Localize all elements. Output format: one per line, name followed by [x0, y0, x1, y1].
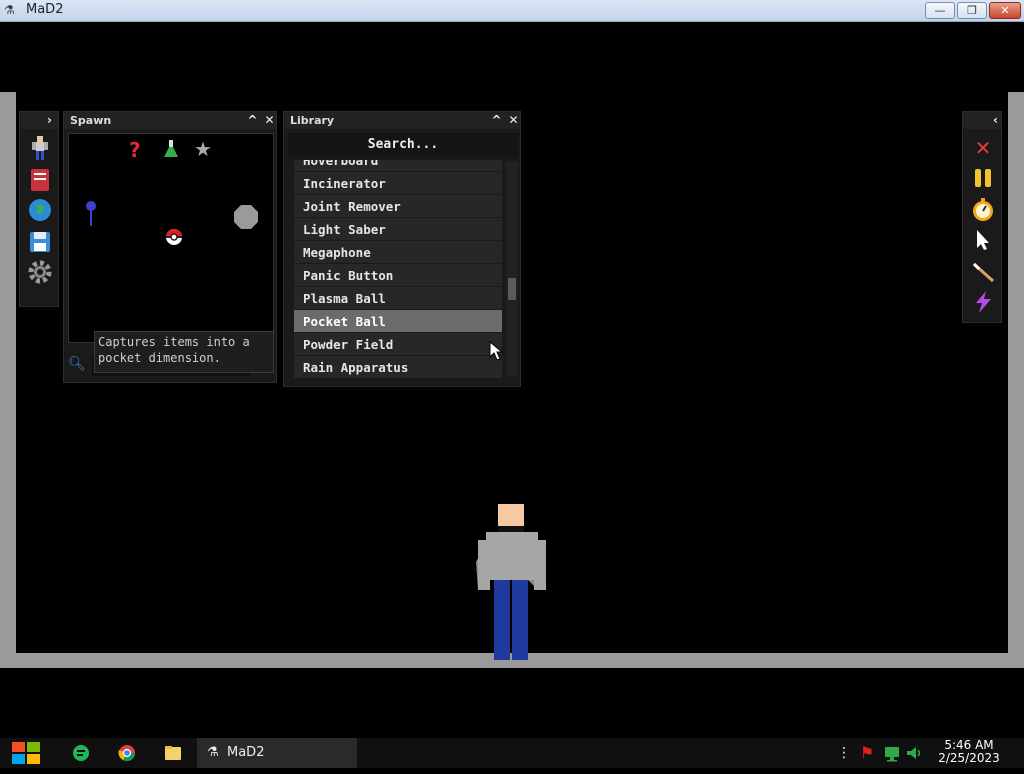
left-toolbar: ›: [19, 111, 59, 307]
clock-date: 2/25/2023: [938, 751, 1000, 765]
task-label: MaD2: [227, 745, 265, 760]
chrome-icon[interactable]: [115, 742, 139, 764]
library-panel-title: Library: [290, 114, 335, 127]
figure-icon[interactable]: [26, 134, 54, 162]
folder-icon[interactable]: [161, 742, 185, 764]
collapse-right-toolbar-button[interactable]: ‹: [988, 113, 1003, 128]
star-icon[interactable]: ★: [194, 139, 212, 159]
library-panel: Library ^ ✕ Search... Hoverboard Inciner…: [283, 111, 521, 387]
mad2-task-icon: ⚗: [207, 745, 219, 760]
item-tooltip: Captures items into a pocket dimension.: [94, 331, 274, 373]
list-item[interactable]: Joint Remover: [294, 195, 502, 218]
pause-icon[interactable]: [969, 164, 997, 192]
taskbar: ⚗ MaD2 ⋮ ⚑ 5:46 AM 2/25/2023: [0, 738, 1024, 768]
system-clock[interactable]: 5:46 AM 2/25/2023: [934, 739, 1004, 765]
restore-button[interactable]: ❐: [957, 2, 987, 19]
right-toolbar: ‹ ✕: [962, 111, 1002, 323]
mine-icon[interactable]: [233, 204, 259, 233]
list-item[interactable]: Rain Apparatus: [294, 356, 502, 378]
library-scrollbar[interactable]: [506, 162, 518, 376]
list-item[interactable]: Plasma Ball: [294, 287, 502, 310]
flag-icon[interactable]: ⚑: [855, 742, 879, 764]
question-icon[interactable]: ?: [129, 140, 141, 160]
book-icon[interactable]: [26, 166, 54, 194]
list-item[interactable]: Powder Field: [294, 333, 502, 356]
ragdoll-figure[interactable]: [476, 500, 548, 660]
spawn-close-button[interactable]: ✕: [262, 113, 277, 128]
potion-icon[interactable]: [163, 139, 179, 162]
list-item[interactable]: Panic Button: [294, 264, 502, 287]
minimize-button[interactable]: —: [925, 2, 955, 19]
pocket-ball-icon[interactable]: [165, 228, 183, 249]
network-icon[interactable]: [880, 742, 904, 764]
expand-left-toolbar-button[interactable]: ›: [42, 113, 57, 128]
start-button[interactable]: [10, 738, 42, 768]
pointer-icon[interactable]: [969, 226, 997, 254]
overflow-icon[interactable]: ⋮: [832, 742, 856, 764]
library-panel-header[interactable]: Library ^ ✕: [284, 112, 520, 129]
close-window-button[interactable]: ✕: [989, 2, 1021, 19]
search-icon[interactable]: 🔍︎: [68, 356, 86, 372]
scrollbar-thumb[interactable]: [508, 278, 516, 300]
spawn-panel-title: Spawn: [70, 114, 112, 127]
pin-icon[interactable]: [85, 200, 97, 231]
library-close-button[interactable]: ✕: [506, 113, 521, 128]
list-item[interactable]: Incinerator: [294, 172, 502, 195]
library-list[interactable]: Hoverboard Incinerator Joint Remover Lig…: [294, 160, 502, 378]
list-item-selected[interactable]: Pocket Ball: [294, 310, 502, 333]
spawn-grid[interactable]: ? ★: [68, 133, 274, 343]
save-icon[interactable]: [26, 228, 54, 256]
list-item[interactable]: Light Saber: [294, 218, 502, 241]
gear-icon[interactable]: [26, 258, 54, 286]
wand-icon[interactable]: [969, 258, 997, 286]
mouse-cursor-icon: [489, 340, 504, 366]
library-minimize-button[interactable]: ^: [489, 113, 504, 128]
app-icon: ⚗: [4, 3, 15, 17]
game-viewport[interactable]: › Spawn ^ ✕ ? ★ 🔍︎ Captures items into a…: [0, 22, 1024, 738]
globe-icon[interactable]: [26, 196, 54, 224]
list-item[interactable]: Megaphone: [294, 241, 502, 264]
taskbar-task-mad2[interactable]: ⚗ MaD2: [197, 738, 357, 768]
window-titlebar: ⚗ MaD2 — ❐ ✕: [0, 0, 1024, 22]
library-search-input[interactable]: Search...: [288, 133, 518, 157]
spawn-minimize-button[interactable]: ^: [245, 113, 260, 128]
spawn-panel-header[interactable]: Spawn ^ ✕: [64, 112, 276, 129]
volume-icon[interactable]: [902, 742, 926, 764]
lightning-icon[interactable]: [969, 288, 997, 316]
stopwatch-icon[interactable]: [969, 196, 997, 224]
chat-app-icon[interactable]: [69, 742, 93, 764]
list-item[interactable]: Hoverboard: [294, 160, 502, 172]
delete-icon[interactable]: ✕: [969, 134, 997, 162]
window-title: MaD2: [26, 2, 64, 17]
